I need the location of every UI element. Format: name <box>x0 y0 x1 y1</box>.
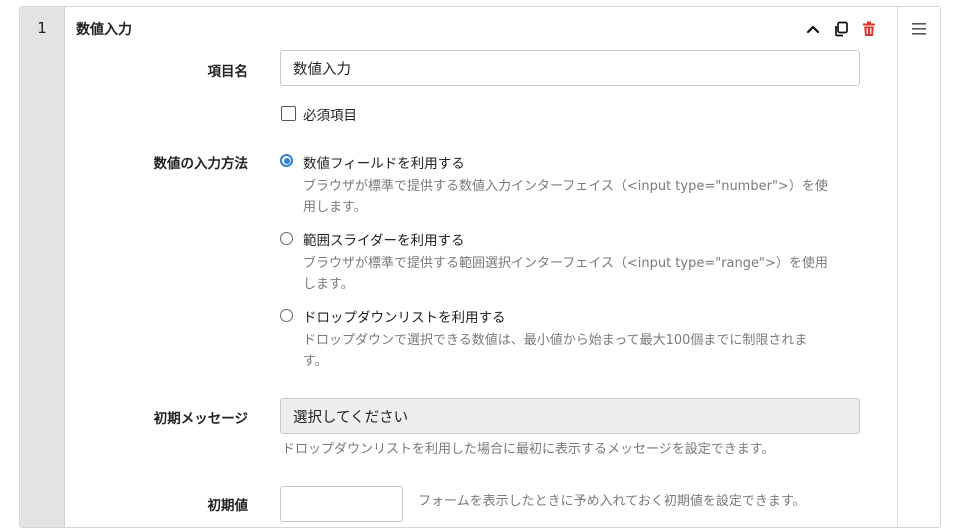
field-title: 数値入力 <box>76 22 132 38</box>
radio-number-field[interactable] <box>280 154 293 167</box>
option-number-field-label: 数値フィールドを利用する <box>303 156 465 172</box>
required-checkbox-label: 必須項目 <box>303 108 357 124</box>
field-toolbar <box>804 18 878 40</box>
radio-dropdown-list[interactable] <box>280 309 293 322</box>
help-line: します。 <box>303 277 354 292</box>
help-line: ドロップダウンで選択できる数値は、最小値から始まって最大100個までに制限されま <box>303 333 808 348</box>
drag-handle-column[interactable] <box>897 7 940 527</box>
help-line: ブラウザが標準で提供する数値入力インターフェイス（<input type="nu… <box>303 179 828 194</box>
item-name-label: 項目名 <box>207 64 249 80</box>
initial-message-input[interactable]: 選択してください <box>280 398 860 434</box>
help-line: 用します。 <box>303 200 367 215</box>
initial-value-input[interactable] <box>280 486 403 522</box>
option-range-slider-help: ブラウザが標準で提供する範囲選択インターフェイス（<input type="ra… <box>303 253 873 295</box>
initial-value-help: フォームを表示したときに予め入れておく初期値を設定できます。 <box>418 494 806 509</box>
help-line: す。 <box>303 354 328 369</box>
help-line: ブラウザが標準で提供する範囲選択インターフェイス（<input type="ra… <box>303 256 828 271</box>
option-range-slider-label: 範囲スライダーを利用する <box>303 233 465 249</box>
row-number: 1 <box>37 19 47 37</box>
row-number-column: 1 <box>20 7 65 527</box>
chevron-up-icon[interactable] <box>804 20 822 38</box>
initial-message-label: 初期メッセージ <box>153 411 248 427</box>
option-dropdown-list-help: ドロップダウンで選択できる数値は、最小値から始まって最大100個までに制限されま… <box>303 330 873 372</box>
required-checkbox[interactable] <box>281 106 296 121</box>
option-number-field-help: ブラウザが標準で提供する数値入力インターフェイス（<input type="nu… <box>303 176 873 218</box>
item-name-input[interactable]: 数値入力 <box>280 50 860 86</box>
initial-value-label: 初期値 <box>207 498 249 514</box>
copy-icon[interactable] <box>832 20 850 38</box>
hamburger-icon[interactable] <box>911 22 927 36</box>
form-field-card: 1 数値入力 項目名 数値入力 必須項目 数値の入力方法 数値フィールドを利用す… <box>19 6 941 528</box>
radio-range-slider[interactable] <box>280 232 293 245</box>
input-method-label: 数値の入力方法 <box>153 156 249 172</box>
initial-message-help: ドロップダウンリストを利用した場合に最初に表示するメッセージを設定できます。 <box>282 442 775 457</box>
option-dropdown-list-label: ドロップダウンリストを利用する <box>303 310 506 326</box>
trash-icon[interactable] <box>860 20 878 38</box>
